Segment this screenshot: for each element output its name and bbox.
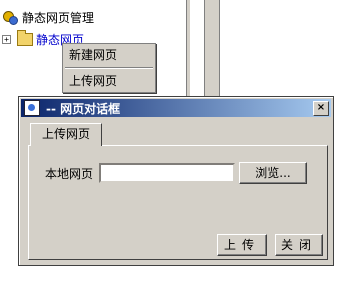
close-button[interactable]: 关闭: [275, 234, 323, 256]
menu-item-upload-page[interactable]: 上传网页: [69, 73, 117, 89]
expand-icon[interactable]: +: [2, 34, 11, 44]
ie-page-icon: [24, 100, 40, 116]
gear-icon: [2, 9, 18, 25]
close-icon[interactable]: ×: [313, 101, 329, 116]
frame-scrollbar[interactable]: [204, 0, 220, 96]
dialog-titlebar[interactable]: -- 网页对话框 ×: [21, 99, 331, 117]
browse-button[interactable]: 浏览...: [239, 162, 307, 184]
tree-root-item[interactable]: 静态网页管理: [2, 8, 94, 26]
frame-divider[interactable]: [186, 0, 190, 96]
tab-upload-page[interactable]: 上传网页: [30, 123, 102, 146]
dialog-title: -- 网页对话框: [46, 101, 121, 116]
menu-separator: [65, 67, 153, 69]
web-page-dialog: -- 网页对话框 × 上传网页 本地网页 浏览... 上传 关闭: [18, 96, 334, 266]
local-file-input[interactable]: [99, 163, 235, 183]
folder-icon: [17, 29, 33, 46]
tree-root-label: 静态网页管理: [22, 10, 95, 25]
local-page-label: 本地网页: [45, 167, 94, 181]
menu-item-new-page[interactable]: 新建网页: [69, 47, 117, 63]
upload-button[interactable]: 上传: [217, 234, 267, 256]
context-menu: 新建网页 上传网页: [62, 43, 156, 93]
